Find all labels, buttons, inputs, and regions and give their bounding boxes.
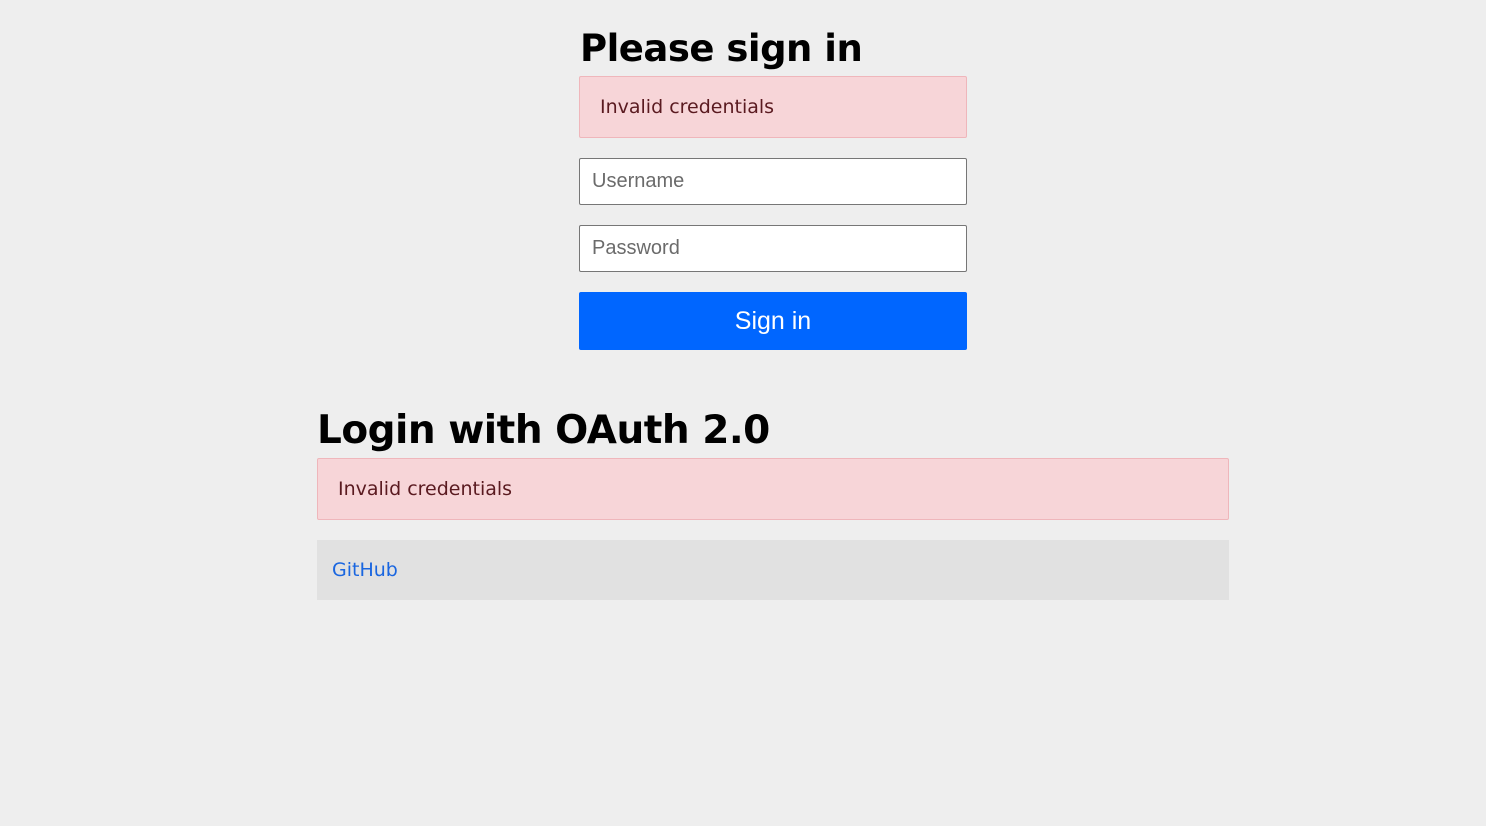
oauth-error-alert: Invalid credentials xyxy=(317,458,1229,520)
username-input[interactable] xyxy=(579,158,967,205)
oauth-provider-row: GitHub xyxy=(317,540,1229,600)
oauth-error-text: Invalid credentials xyxy=(338,478,513,500)
github-login-link[interactable]: GitHub xyxy=(332,559,398,581)
sign-in-button[interactable]: Sign in xyxy=(579,292,967,350)
oauth-heading: Login with OAuth 2.0 xyxy=(317,408,770,453)
oauth-section: Login with OAuth 2.0 Invalid credentials… xyxy=(317,404,1229,600)
signin-form: Please sign in Invalid credentials Sign … xyxy=(579,22,967,350)
signin-error-text: Invalid credentials xyxy=(600,96,775,118)
signin-heading: Please sign in xyxy=(580,27,863,70)
password-input[interactable] xyxy=(579,225,967,272)
signin-error-alert: Invalid credentials xyxy=(579,76,967,138)
